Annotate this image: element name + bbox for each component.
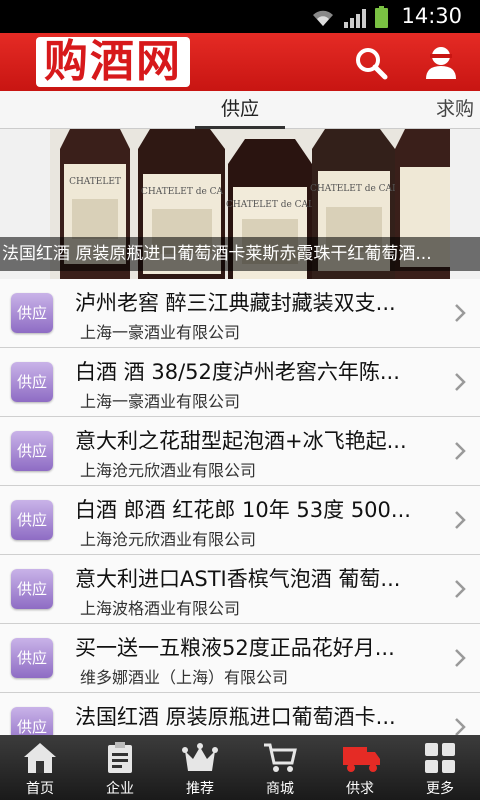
list-item[interactable]: 供应 意大利进口ASTI香槟气泡酒 葡萄... 上海波格酒业有限公司 — [0, 555, 480, 624]
truck-icon — [343, 747, 380, 772]
tab-bar: 供应 求购 — [0, 91, 480, 129]
cart-icon — [264, 743, 297, 772]
supply-list: 供应 泸州老窖 醉三江典藏封藏装双支... 上海一豪酒业有限公司 供应 白酒 酒… — [0, 279, 480, 735]
item-company: 上海一豪酒业有限公司 — [80, 323, 241, 342]
item-title: 白酒 酒 38/52度泸州老窖六年陈... — [75, 360, 400, 384]
chevron-right-icon — [455, 304, 466, 322]
svg-text:CHATELET: CHATELET — [69, 177, 121, 187]
item-title: 白酒 郎酒 红花郎 10年 53度 500... — [75, 498, 411, 522]
bottom-nav: 首页 企业 推荐 商城 供求 更多 — [0, 735, 480, 800]
item-company: 上海一豪酒业有限公司 — [80, 392, 241, 411]
chevron-right-icon — [455, 718, 466, 735]
chevron-right-icon — [455, 442, 466, 460]
list-item[interactable]: 供应 泸州老窖 醉三江典藏封藏装双支... 上海一豪酒业有限公司 — [0, 279, 480, 348]
battery-icon — [375, 6, 388, 28]
nav-recommend[interactable]: 推荐 — [160, 735, 240, 800]
user-icon — [426, 47, 456, 79]
chevron-right-icon — [455, 373, 466, 391]
crown-icon — [182, 743, 218, 771]
nav-more[interactable]: 更多 — [400, 735, 480, 800]
nav-label: 首页 — [26, 781, 54, 797]
chevron-right-icon — [455, 649, 466, 667]
supply-badge: 供应 — [11, 569, 53, 609]
list-item[interactable]: 供应 意大利之花甜型起泡酒+冰飞艳起... 上海沧元欣酒业有限公司 — [0, 417, 480, 486]
item-title: 法国红酒 原装原瓶进口葡萄酒卡... — [75, 705, 396, 729]
nav-label: 商城 — [266, 781, 294, 797]
search-button[interactable] — [350, 42, 392, 84]
status-bar: 14:30 — [0, 0, 480, 33]
supply-badge: 供应 — [11, 638, 53, 678]
list-item[interactable]: 供应 买一送一五粮液52度正品花好月... 维多娜酒业（上海）有限公司 — [0, 624, 480, 693]
nav-label: 供求 — [346, 781, 374, 797]
supply-badge: 供应 — [11, 500, 53, 540]
supply-badge: 供应 — [11, 431, 53, 471]
nav-supply-demand[interactable]: 供求 — [320, 735, 400, 800]
nav-label: 企业 — [106, 781, 134, 797]
list-item[interactable]: 供应 白酒 酒 38/52度泸州老窖六年陈... 上海一豪酒业有限公司 — [0, 348, 480, 417]
chevron-right-icon — [455, 580, 466, 598]
item-company: 上海沧元欣酒业有限公司 — [80, 461, 257, 480]
item-title: 买一送一五粮液52度正品花好月... — [75, 636, 395, 660]
nav-home[interactable]: 首页 — [0, 735, 80, 800]
item-title: 意大利进口ASTI香槟气泡酒 葡萄... — [75, 567, 401, 591]
wifi-icon — [313, 10, 333, 26]
logo-text: 购酒网 — [36, 37, 190, 87]
item-title: 意大利之花甜型起泡酒+冰飞艳起... — [75, 429, 407, 453]
status-icons — [311, 6, 388, 28]
user-button[interactable] — [420, 42, 462, 84]
list-item[interactable]: 供应 白酒 郎酒 红花郎 10年 53度 500... 上海沧元欣酒业有限公司 — [0, 486, 480, 555]
nav-label: 推荐 — [186, 781, 214, 797]
nav-company[interactable]: 企业 — [80, 735, 160, 800]
nav-label: 更多 — [426, 781, 454, 797]
company-icon — [108, 742, 132, 773]
svg-text:CHATELET de CAL: CHATELET de CAL — [226, 200, 314, 210]
item-company: 上海沧元欣酒业有限公司 — [80, 530, 257, 549]
supply-badge: 供应 — [11, 362, 53, 402]
svg-text:CHATELET de CA: CHATELET de CA — [141, 187, 224, 197]
banner-caption: 法国红酒 原装原瓶进口葡萄酒卡莱斯赤霞珠干红葡萄酒... — [0, 237, 480, 271]
item-company: 维多娜酒业（上海）有限公司 — [80, 668, 289, 687]
tab-supply[interactable]: 供应 — [195, 91, 285, 129]
supply-badge: 供应 — [11, 707, 53, 735]
list-item[interactable]: 供应 法国红酒 原装原瓶进口葡萄酒卡... — [0, 693, 480, 735]
app-header: 购酒网 — [0, 33, 480, 91]
signal-icon — [344, 9, 366, 28]
grid-icon — [425, 743, 455, 773]
supply-badge: 供应 — [11, 293, 53, 333]
tab-purchase[interactable]: 求购 — [436, 91, 480, 129]
brand-logo[interactable]: 购酒网 — [36, 35, 190, 89]
search-icon — [356, 48, 388, 80]
chevron-right-icon — [455, 511, 466, 529]
item-title: 泸州老窖 醉三江典藏封藏装双支... — [75, 291, 396, 315]
status-time: 14:30 — [401, 4, 462, 28]
nav-mall[interactable]: 商城 — [240, 735, 320, 800]
banner[interactable]: CHATELET CHATELET de CA CHATELET de CAL … — [0, 129, 480, 279]
item-company: 上海波格酒业有限公司 — [80, 599, 241, 618]
home-icon — [24, 743, 56, 773]
svg-text:CHATELET de CAL: CHATELET de CAL — [310, 184, 398, 194]
